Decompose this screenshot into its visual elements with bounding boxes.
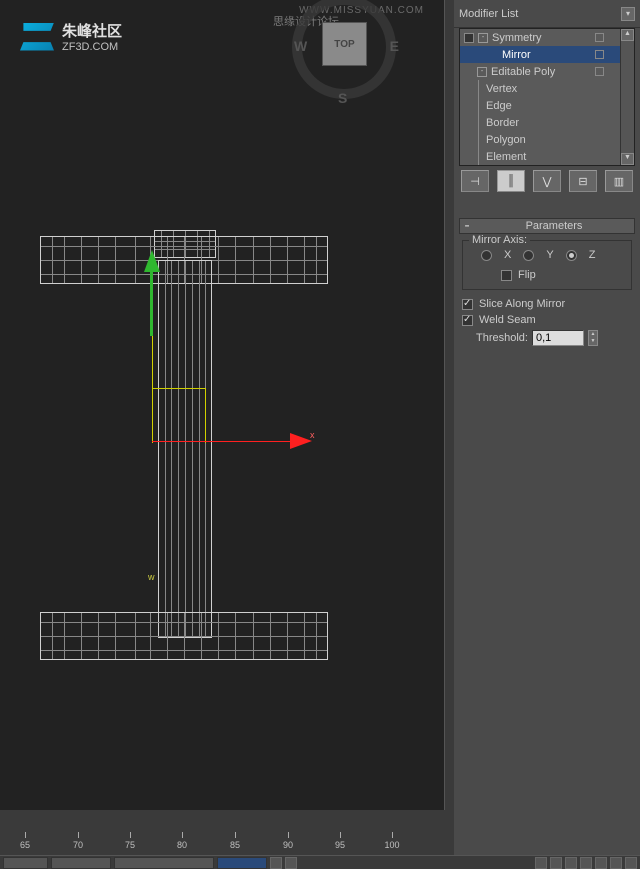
stack-sub-border[interactable]: Border bbox=[460, 114, 620, 131]
show-result-button[interactable]: ║ bbox=[497, 170, 525, 192]
timeline[interactable]: 65 70 75 80 85 90 95 100 bbox=[0, 830, 445, 850]
logo: 朱峰社区 ZF3D.COM bbox=[20, 20, 122, 53]
viewcube-west: W bbox=[294, 38, 307, 54]
logo-line2: ZF3D.COM bbox=[62, 41, 122, 53]
status-field bbox=[51, 857, 111, 869]
stack-sub-vertex[interactable]: Vertex bbox=[460, 80, 620, 97]
scroll-down-icon[interactable]: ▼ bbox=[621, 153, 634, 165]
threshold-label: Threshold: bbox=[476, 332, 528, 344]
gizmo-x-axis[interactable] bbox=[152, 441, 302, 442]
threshold-spinner[interactable]: ▲▼ bbox=[588, 330, 598, 346]
tick-label: 90 bbox=[283, 840, 293, 850]
tick-label: 75 bbox=[125, 840, 135, 850]
stack-item-mirror[interactable]: Mirror bbox=[460, 46, 620, 63]
status-field bbox=[3, 857, 48, 869]
stack-item-symmetry[interactable]: - Symmetry bbox=[460, 29, 620, 46]
expand-icon[interactable]: - bbox=[477, 67, 487, 77]
play-start-icon[interactable] bbox=[535, 857, 547, 869]
chevron-down-icon: ▾ bbox=[621, 7, 635, 21]
threshold-row: Threshold: ▲▼ bbox=[454, 328, 640, 348]
configure-sets-button[interactable]: ▥ bbox=[605, 170, 633, 192]
make-unique-button[interactable]: ⋁ bbox=[533, 170, 561, 192]
remove-modifier-button[interactable]: ⊟ bbox=[569, 170, 597, 192]
tick-label: 65 bbox=[20, 840, 30, 850]
tick-label: 80 bbox=[177, 840, 187, 850]
key-mode-icon[interactable] bbox=[610, 857, 622, 869]
spinner-up-icon[interactable]: ▲ bbox=[589, 331, 597, 338]
viewcube-east: E bbox=[390, 38, 399, 54]
stack-sub-polygon[interactable]: Polygon bbox=[460, 131, 620, 148]
modify-panel: Modifier List ▾ - Symmetry Mirror - Edit… bbox=[454, 0, 640, 869]
play-next-icon[interactable] bbox=[580, 857, 592, 869]
status-field bbox=[114, 857, 214, 869]
status-icon[interactable] bbox=[285, 857, 297, 869]
gizmo-y-arrow-icon bbox=[144, 250, 160, 272]
modifier-list-dropdown[interactable]: Modifier List ▾ bbox=[454, 0, 640, 28]
stack-tools: ⊣ ║ ⋁ ⊟ ▥ bbox=[454, 166, 640, 196]
collapse-icon: - bbox=[460, 217, 474, 235]
modifier-list-label: Modifier List bbox=[459, 8, 617, 20]
scroll-up-icon[interactable]: ▲ bbox=[621, 29, 634, 41]
expand-icon[interactable]: - bbox=[478, 33, 488, 43]
stack-checkbox[interactable] bbox=[595, 33, 604, 42]
radio-z[interactable] bbox=[566, 250, 577, 261]
gizmo-x-arrow-icon bbox=[290, 433, 312, 449]
radio-x[interactable] bbox=[481, 250, 492, 261]
stack-checkbox[interactable] bbox=[595, 50, 604, 59]
viewcube-south: S bbox=[338, 90, 347, 106]
axis-label-w: w bbox=[148, 572, 155, 582]
viewcube-face[interactable]: TOP bbox=[322, 22, 367, 66]
play-icon[interactable] bbox=[565, 857, 577, 869]
tick-label: 70 bbox=[73, 840, 83, 850]
tick-label: 85 bbox=[230, 840, 240, 850]
time-config-icon[interactable] bbox=[625, 857, 637, 869]
viewcube[interactable]: TOP W E S bbox=[284, 0, 404, 110]
play-end-icon[interactable] bbox=[595, 857, 607, 869]
stack-scrollbar[interactable]: ▲▼ bbox=[620, 29, 634, 165]
mirror-axis-group: Mirror Axis: X Y Z Flip bbox=[462, 240, 632, 290]
radio-y[interactable] bbox=[523, 250, 534, 261]
weld-checkbox[interactable] bbox=[462, 315, 473, 326]
modifier-stack[interactable]: - Symmetry Mirror - Editable Poly Vertex… bbox=[459, 28, 635, 166]
parameters-rollout-header[interactable]: - Parameters bbox=[459, 218, 635, 234]
stack-sub-edge[interactable]: Edge bbox=[460, 97, 620, 114]
logo-icon bbox=[20, 23, 54, 51]
slice-checkbox[interactable] bbox=[462, 299, 473, 310]
play-prev-icon[interactable] bbox=[550, 857, 562, 869]
pin-stack-button[interactable]: ⊣ bbox=[461, 170, 489, 192]
tick-label: 95 bbox=[335, 840, 345, 850]
weld-seam-row: Weld Seam bbox=[454, 312, 640, 328]
flip-checkbox[interactable] bbox=[501, 270, 512, 281]
stack-item-editable-poly[interactable]: - Editable Poly bbox=[460, 63, 620, 80]
logo-line1: 朱峰社区 bbox=[62, 20, 122, 41]
toggle-visibility-icon[interactable] bbox=[464, 33, 474, 43]
status-dropdown[interactable] bbox=[217, 857, 267, 869]
status-bar bbox=[0, 855, 640, 869]
slice-along-mirror-row: Slice Along Mirror bbox=[454, 296, 640, 312]
axis-label-x: x bbox=[310, 430, 315, 440]
stack-sub-element[interactable]: Element bbox=[460, 148, 620, 165]
stack-checkbox[interactable] bbox=[595, 67, 604, 76]
group-label: Mirror Axis: bbox=[469, 234, 530, 246]
viewport-top[interactable]: WWW.MISSYUAN.COM 思缘设计论坛 朱峰社区 ZF3D.COM TO… bbox=[0, 0, 445, 810]
spinner-down-icon[interactable]: ▼ bbox=[589, 338, 597, 345]
status-icon[interactable] bbox=[270, 857, 282, 869]
rollout-title: Parameters bbox=[474, 220, 634, 232]
tick-label: 100 bbox=[384, 840, 399, 850]
gizmo-plane-handle[interactable] bbox=[152, 388, 206, 443]
threshold-input[interactable] bbox=[532, 330, 584, 346]
